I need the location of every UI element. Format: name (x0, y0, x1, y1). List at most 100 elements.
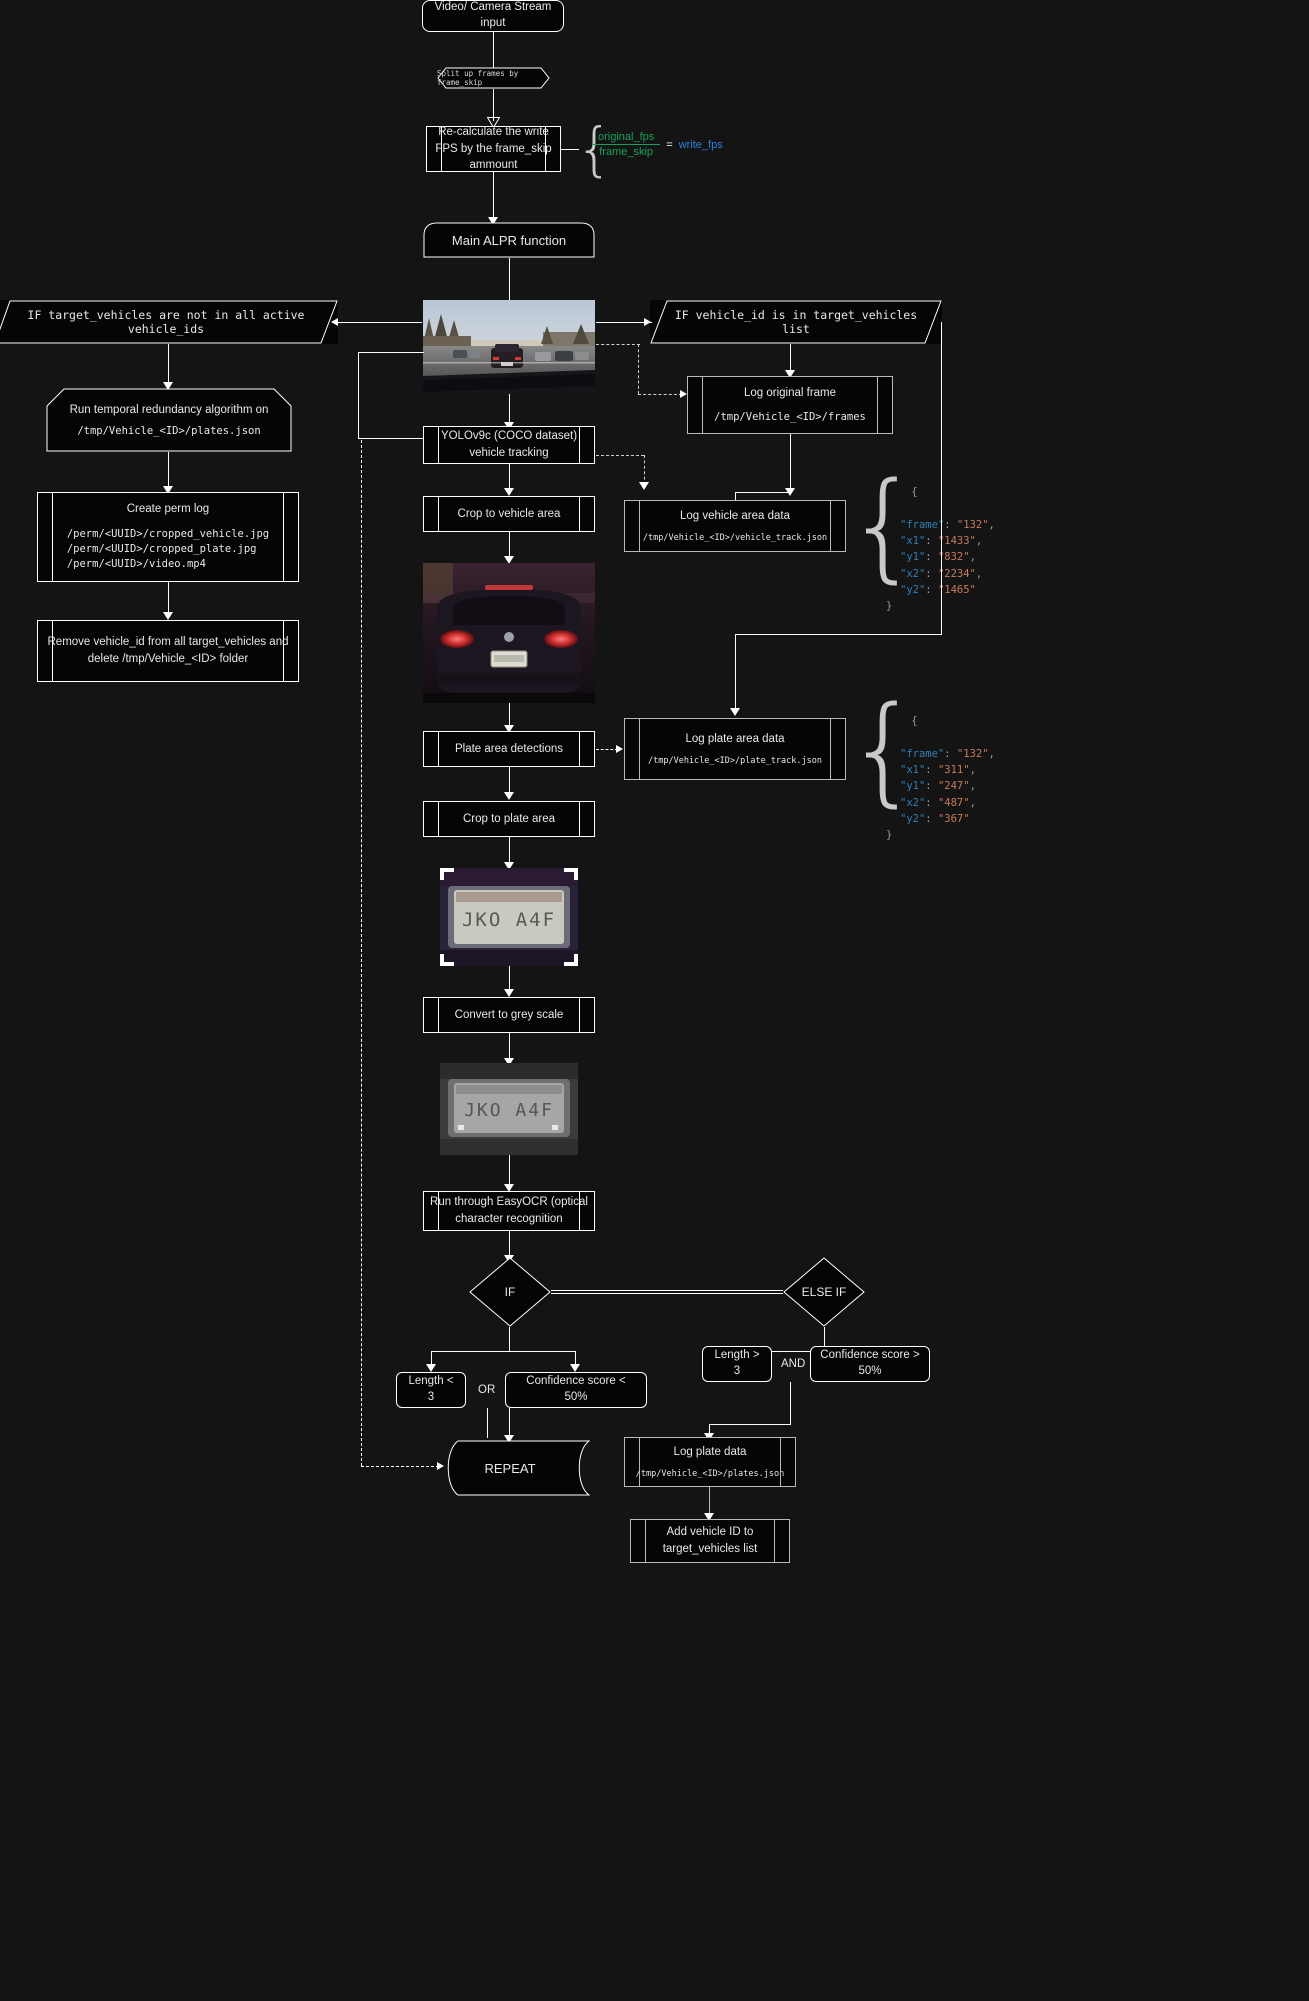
node-condition-length-lt[interactable]: Length < 3 (396, 1372, 466, 1408)
edge-temporal-to-perm (168, 452, 169, 490)
edge-repeat-dashed-h (361, 1466, 439, 1467)
edge-if-split (431, 1351, 576, 1352)
node-log-plate-data[interactable]: Log plate data /tmp/Vehicle_<ID>/plates.… (624, 1437, 796, 1487)
node-condition-length-gt[interactable]: Length > 3 (702, 1346, 772, 1382)
code-plate-comma-3: , (969, 796, 976, 809)
node-log-vehicle-area-path: /tmp/Vehicle_<ID>/vehicle_track.json (642, 532, 828, 543)
node-add-vehicle-id[interactable]: Add vehicle ID to target_vehicles list (630, 1519, 790, 1563)
node-if-not-active-vehicle-ids-label: IF target_vehicles are not in all active… (27, 308, 305, 336)
formula-numerator: original_fps (598, 131, 655, 143)
label-or: OR (478, 1384, 495, 1396)
arrow-dashed-into-repeat (437, 1462, 444, 1470)
node-yolo-vehicle-tracking[interactable]: YOLOv9c (COCO dataset) vehicle tracking (423, 426, 595, 464)
node-video-input[interactable]: Video/ Camera Stream input (422, 0, 564, 32)
code-vehicle-key-0: "frame" (900, 518, 945, 531)
node-condition-confidence-gt[interactable]: Confidence score > 50% (810, 1346, 930, 1382)
edge-right-rail-v (941, 322, 942, 634)
image-cropped-vehicle (423, 563, 595, 703)
node-log-plate-data-title: Log plate data (673, 1446, 747, 1458)
node-log-plate-area-data[interactable]: Log plate area data /tmp/Vehicle_<ID>/pl… (624, 718, 846, 780)
node-condition-confidence-lt[interactable]: Confidence score < 50% (505, 1372, 647, 1408)
node-add-vehicle-id-line1: Add vehicle ID to (666, 1526, 754, 1539)
node-log-original-frame-title: Log original frame (743, 386, 837, 399)
edge-main-to-frame (509, 258, 510, 302)
edge-logframe-to-logvehicle (790, 434, 791, 492)
node-if-in-target-vehicles[interactable]: IF vehicle_id is in target_vehicles list (650, 300, 942, 344)
edge-and-down (790, 1382, 791, 1424)
code-vehicle-key-1: "x1" (900, 535, 926, 548)
edge-or-to-repeat-2 (509, 1408, 510, 1438)
node-log-plate-data-content: Log plate data /tmp/Vehicle_<ID>/plates.… (636, 1444, 784, 1480)
edge-yolo-to-logvehicle-v (644, 455, 645, 485)
node-split-frames[interactable]: Split up frames by frame_skip (437, 67, 550, 89)
code-vehicle-val-1: "1433" (937, 535, 976, 548)
arrow-platedet-to-cropplate (504, 792, 514, 800)
code-vehicle-open: { (911, 486, 918, 499)
formula-equals: = (666, 138, 673, 151)
edge-yolo-to-logvehicle-h (596, 455, 644, 456)
image-grey-plate: JKO A4F (440, 1063, 578, 1155)
edge-greyimg-to-ocr (509, 1155, 510, 1187)
code-vehicle-comma-3: , (975, 567, 983, 580)
node-log-plate-area-content: Log plate area data /tmp/Vehicle_<ID>/pl… (648, 731, 822, 767)
arrow-if-right-leg (570, 1364, 580, 1372)
edge-platedet-to-logplate (596, 749, 618, 750)
flowchart-canvas: Video/ Camera Stream input Split up fram… (0, 0, 1309, 2001)
node-create-perm-log-path-2: /perm/<UUID>/video.mp4 (66, 558, 206, 571)
node-log-vehicle-area-title: Log vehicle area data (680, 510, 790, 522)
node-video-input-label: Video/ Camera Stream input (434, 1, 552, 29)
edge-frame-bottom-dashed (596, 344, 640, 345)
node-easyocr-content: Run through EasyOCR (optical character r… (430, 1194, 588, 1227)
code-plate-key-0: "frame" (900, 747, 945, 760)
node-convert-to-grey-scale[interactable]: Convert to grey scale (423, 997, 595, 1033)
node-repeat[interactable]: REPEAT (430, 1440, 590, 1496)
image-dashcam-frame (423, 300, 595, 394)
label-and: AND (781, 1358, 805, 1370)
node-recalculate-fps[interactable]: Re-calculate the write FPS by the frame_… (426, 126, 561, 172)
node-recalculate-fps-label: Re-calculate the write FPS by the frame_… (435, 126, 552, 172)
node-create-perm-log-title: Create perm log (126, 503, 210, 516)
svg-text:JKO A4F: JKO A4F (464, 1100, 554, 1121)
image-cropped-plate: JKO A4F (440, 868, 578, 966)
code-vehicle-key-4: "y2" (900, 583, 926, 596)
node-main-alpr[interactable]: Main ALPR function (423, 222, 595, 258)
code-vehicle-key-2: "y1" (900, 551, 926, 564)
node-log-original-frame[interactable]: Log original frame /tmp/Vehicle_<ID>/fra… (687, 376, 893, 434)
node-if-diamond[interactable]: IF (469, 1257, 551, 1327)
edge-perm-to-remove (168, 582, 169, 616)
node-remove-vehicle-id[interactable]: Remove vehicle_id from all target_vehicl… (37, 620, 299, 682)
edge-grey-to-greyimg (509, 1033, 510, 1061)
node-crop-to-plate-area[interactable]: Crop to plate area (423, 801, 595, 837)
node-remove-vehicle-id-line1: Remove vehicle_id from all target_vehicl… (47, 636, 289, 649)
code-plate-val-1: "311" (937, 764, 970, 777)
node-temporal-redundancy[interactable]: Run temporal redundancy algorithm on /tm… (46, 388, 292, 452)
edge-logvehicle-feeder-v (735, 492, 736, 500)
code-plate-key-1: "x1" (900, 764, 926, 777)
edge-yolo-loop-v (358, 352, 359, 438)
node-yolo-line1: YOLOv9c (COCO dataset) (440, 430, 578, 443)
node-log-vehicle-area-data[interactable]: Log vehicle area data /tmp/Vehicle_<ID>/… (624, 500, 846, 552)
arrow-right-rail-to-logplate (730, 708, 740, 716)
node-if-not-active-vehicle-ids[interactable]: IF target_vehicles are not in all active… (0, 300, 338, 344)
node-log-original-frame-path: /tmp/Vehicle_<ID>/frames (714, 411, 866, 424)
node-plate-area-detections[interactable]: Plate area detections (423, 731, 595, 767)
node-else-if-diamond[interactable]: ELSE IF (783, 1257, 865, 1327)
node-yolo-vehicle-tracking-content: YOLOv9c (COCO dataset) vehicle tracking (441, 428, 577, 461)
formula-denominator: frame_skip (599, 146, 654, 158)
code-plate-val-0: "132" (956, 747, 989, 760)
arrow-platedet-to-logplate (616, 745, 623, 753)
node-create-perm-log-path-1: /perm/<UUID>/cropped_plate.jpg (66, 543, 257, 556)
node-plate-detections-label: Plate area detections (454, 742, 564, 755)
edge-repeat-dashed-v (361, 440, 362, 1466)
node-crop-to-vehicle-area[interactable]: Crop to vehicle area (423, 496, 595, 532)
edge-cropplate-to-plateimg (509, 837, 510, 865)
arrow-frame-dashed-to-logframe (680, 390, 687, 398)
code-vehicle-comma-2: , (969, 551, 976, 564)
node-else-if-diamond-label: ELSE IF (801, 1285, 847, 1299)
edge-yolo-loop-h (358, 438, 424, 439)
edge-if-down (509, 1327, 510, 1351)
node-run-easyocr[interactable]: Run through EasyOCR (optical character r… (423, 1191, 595, 1231)
node-create-perm-log[interactable]: Create perm log /perm/<UUID>/cropped_veh… (37, 492, 299, 582)
code-plate-close: } (886, 829, 893, 842)
node-add-vehicle-id-content: Add vehicle ID to target_vehicles list (663, 1524, 758, 1557)
